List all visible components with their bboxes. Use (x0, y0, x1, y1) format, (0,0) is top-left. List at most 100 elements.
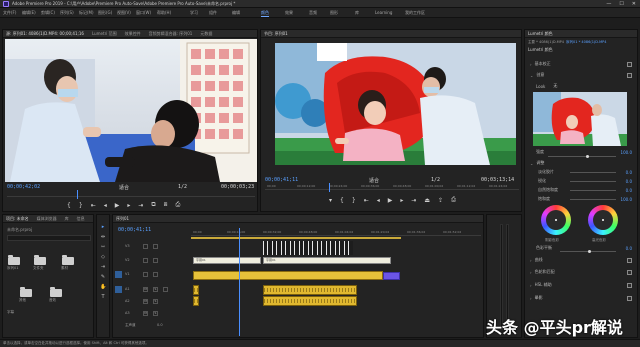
workspace-custom[interactable]: 我的工作区 (405, 10, 425, 16)
lumetri-tab[interactable]: Lumetri 颜色 (528, 31, 553, 37)
go-to-in-icon[interactable]: ⇤ (364, 197, 369, 204)
solo-button[interactable]: S (153, 287, 158, 292)
eye-icon[interactable] (153, 258, 158, 263)
selection-tool-icon[interactable]: ▸ (100, 224, 106, 230)
lock-icon[interactable] (143, 272, 148, 277)
highlight-wheel-handle[interactable] (602, 219, 604, 221)
timeline-ruler[interactable]: 00;00 00;00;16;00 00;00;32;00 00;00;48;0… (191, 230, 481, 236)
tint-balance-knob[interactable] (588, 250, 591, 253)
look-preview-thumbnail[interactable] (533, 92, 627, 146)
shadow-tint-wheel[interactable] (541, 205, 571, 235)
source-fit-select[interactable]: 适合 (119, 184, 129, 191)
tab-program[interactable]: 节目: 序列01 (264, 31, 288, 37)
microphone-icon[interactable] (163, 287, 168, 292)
tab-audio-mixer[interactable]: 音频剪辑混合器: 序列01 (149, 31, 193, 37)
audio-clip[interactable] (193, 285, 199, 295)
workspace-color[interactable]: 颜色 (261, 10, 269, 17)
look-select[interactable]: 无 (553, 83, 557, 89)
workspace-effects[interactable]: 效果 (285, 10, 293, 16)
menu-clip[interactable]: 剪辑(C) (41, 10, 55, 16)
play-icon[interactable]: ▶ (388, 197, 393, 204)
hand-tool-icon[interactable]: ✋ (100, 284, 106, 290)
curves-section[interactable]: › 曲线 (530, 256, 634, 264)
workspace-audio[interactable]: 音频 (309, 10, 317, 16)
mute-button[interactable]: M (143, 287, 148, 292)
color-wheels-section[interactable]: › 色轮和匹配 (530, 268, 634, 276)
mark-in-icon[interactable]: { (340, 197, 344, 204)
source-patch-v1[interactable] (115, 271, 122, 278)
razor-tool-icon[interactable]: ◇ (100, 254, 106, 260)
menu-sequence[interactable]: 序列(S) (60, 10, 74, 16)
hsl-section[interactable]: › HSL 辅助 (530, 281, 634, 289)
saturation-value[interactable]: 100.0 (621, 197, 632, 202)
program-playhead[interactable] (329, 183, 330, 192)
timeline-timecode[interactable]: 00;00;41;11 (118, 227, 151, 233)
vignette-checkbox[interactable] (627, 295, 632, 301)
tab-media-browser[interactable]: 媒体浏览器 (37, 216, 57, 222)
bin-folder[interactable] (34, 255, 46, 265)
close-button[interactable]: ✕ (632, 1, 636, 7)
saturation-slider[interactable] (570, 199, 616, 200)
audio-clip[interactable] (193, 296, 199, 306)
hsl-checkbox[interactable] (627, 282, 632, 288)
source-playhead[interactable] (77, 190, 78, 199)
slip-tool-icon[interactable]: ⇥ (100, 264, 106, 270)
lumetri-sequence-label[interactable]: 序列01 * 4086(1)D.MP4 (566, 40, 606, 45)
audio-clip[interactable] (263, 285, 357, 295)
bin-folder[interactable] (8, 255, 20, 265)
tab-libraries[interactable]: 库 (65, 216, 69, 222)
insert-icon[interactable]: ⧉ (151, 201, 155, 209)
workspace-graphics[interactable]: 图形 (330, 10, 338, 16)
color-wheels-checkbox[interactable] (627, 269, 632, 275)
bin-folder[interactable] (20, 287, 32, 297)
vibrance-value[interactable]: 0.0 (626, 188, 632, 193)
creative-checkbox[interactable] (627, 72, 632, 78)
workspace-assembly[interactable]: 组件 (209, 10, 217, 16)
source-ruler[interactable] (7, 191, 255, 197)
intensity-value[interactable]: 100.0 (621, 150, 632, 155)
work-area-bar[interactable] (191, 237, 401, 239)
extract-icon[interactable]: ⇪ (438, 197, 443, 204)
eye-icon[interactable] (153, 244, 158, 249)
menu-file[interactable]: 文件(F) (3, 10, 16, 16)
source-timecode[interactable]: 00;00;42;02 (7, 184, 40, 190)
program-video-frame[interactable] (275, 43, 516, 165)
go-to-out-icon[interactable]: ⇥ (138, 202, 143, 209)
program-fit-select[interactable]: 适合 (369, 177, 379, 184)
lift-icon[interactable]: ⏏ (424, 197, 430, 204)
menu-graphics[interactable]: 图形(G) (98, 10, 112, 16)
video-clip[interactable] (193, 271, 383, 280)
menu-edit[interactable]: 编辑(E) (22, 10, 36, 16)
go-to-out-icon[interactable]: ⇥ (411, 197, 416, 204)
lock-icon[interactable] (143, 258, 148, 263)
highlight-tint-wheel[interactable] (588, 205, 618, 235)
tab-source[interactable]: 源: 序列01: 4086(1)D.MP4: 00;00;41;16 (6, 31, 84, 37)
tab-info[interactable]: 信息 (77, 216, 85, 222)
title-clip[interactable]: 字幕01 (263, 257, 391, 264)
lock-icon[interactable] (143, 244, 148, 249)
source-video-frame[interactable] (5, 39, 257, 182)
go-to-in-icon[interactable]: ⇤ (91, 202, 96, 209)
add-marker-icon[interactable]: ▾ (329, 197, 332, 204)
basic-correction-checkbox[interactable] (627, 61, 632, 67)
timeline-playhead[interactable] (239, 228, 240, 336)
step-forward-icon[interactable]: ▸ (127, 202, 130, 209)
step-forward-icon[interactable]: ▸ (400, 197, 403, 204)
type-tool-icon[interactable]: T (100, 294, 106, 300)
step-back-icon[interactable]: ◂ (377, 197, 380, 204)
minimize-button[interactable]: — (606, 1, 611, 7)
tab-effect-controls[interactable]: 效果控件 (125, 31, 141, 37)
master-volume[interactable]: 0.0 (157, 323, 163, 327)
export-frame-icon[interactable]: ⎙ (176, 201, 181, 209)
mark-out-icon[interactable]: } (79, 202, 83, 209)
intensity-slider-knob[interactable] (586, 155, 589, 158)
bin-folder[interactable] (50, 287, 62, 297)
export-frame-icon[interactable]: ⎙ (451, 196, 456, 204)
sharpen-value[interactable]: 0.0 (626, 179, 632, 184)
pen-tool-icon[interactable]: ✎ (100, 274, 106, 280)
menu-window[interactable]: 窗口(W) (136, 10, 151, 16)
audio-clip[interactable] (263, 296, 357, 306)
tab-metadata[interactable]: 元数据 (200, 31, 212, 37)
menu-marker[interactable]: 标记(M) (79, 10, 94, 16)
adjustments-section[interactable]: ⌄ 调整 (530, 159, 634, 167)
